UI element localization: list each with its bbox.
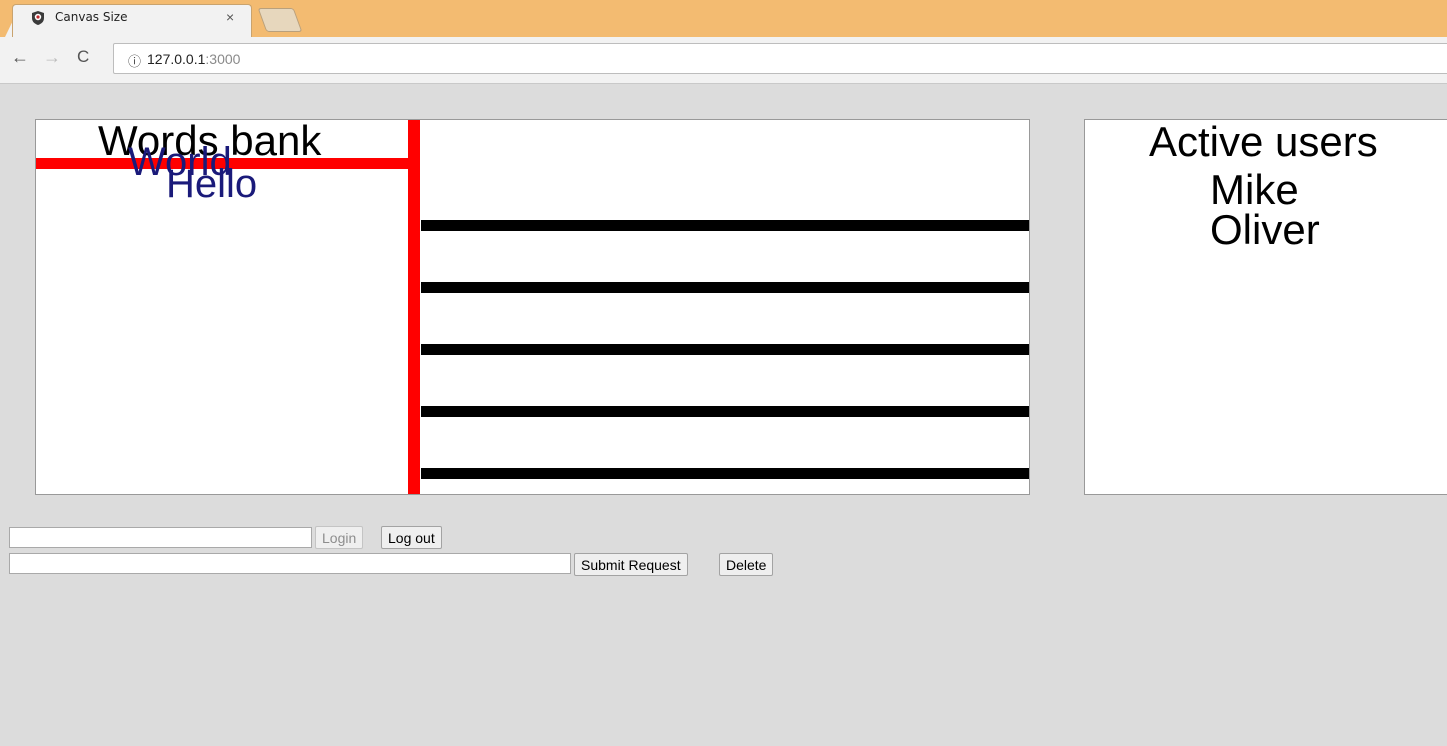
game-canvas[interactable]: Words bank World Hello (35, 117, 1030, 495)
tab-title: Canvas Size (55, 10, 128, 24)
active-users-drawing: Active users Mike Oliver (1149, 120, 1378, 253)
forward-arrow-icon[interactable]: → (43, 47, 61, 68)
active-users-panel: Active users Mike Oliver (1084, 119, 1447, 495)
browser-toolbar: ← → C ⓘ 127.0.0.1:3000 (0, 37, 1447, 84)
active-users-title: Active users (1149, 120, 1378, 165)
tab-strip: Canvas Size × (0, 0, 1447, 38)
info-icon[interactable]: ⓘ (128, 51, 141, 70)
login-button[interactable]: Login (315, 526, 364, 549)
browser-tab[interactable] (12, 4, 252, 38)
new-tab-button[interactable] (257, 8, 303, 32)
word-item[interactable]: Hello (166, 162, 257, 206)
words-bank-divider (408, 120, 420, 494)
answer-line (421, 406, 1029, 417)
answer-line (421, 344, 1029, 355)
url-host: 127.0.0.1 (147, 51, 206, 67)
url-port: :3000 (205, 51, 241, 67)
url-text: 127.0.0.1:3000 (147, 51, 240, 67)
logout-button[interactable]: Log out (381, 526, 442, 549)
submit-request-button[interactable]: Submit Request (574, 553, 688, 576)
username-input[interactable] (9, 527, 312, 548)
request-input[interactable] (9, 553, 571, 574)
answer-line (421, 220, 1029, 231)
shield-icon (32, 11, 44, 25)
answer-line (421, 468, 1029, 479)
delete-button[interactable]: Delete (719, 553, 774, 576)
back-arrow-icon[interactable]: ← (11, 47, 29, 68)
close-icon[interactable]: × (226, 9, 234, 25)
address-bar[interactable]: ⓘ 127.0.0.1:3000 (113, 43, 1447, 74)
answer-line (421, 282, 1029, 293)
user-item: Oliver (1210, 206, 1320, 253)
game-canvas-drawing: Words bank World Hello (36, 117, 1029, 494)
reload-icon[interactable]: C (77, 47, 89, 67)
